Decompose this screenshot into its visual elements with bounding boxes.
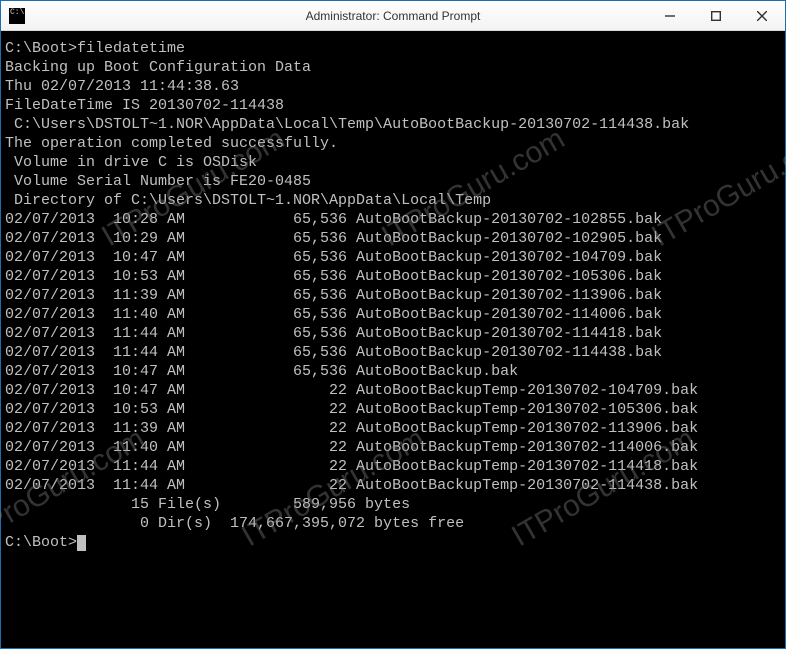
output-line: Directory of C:\Users\DSTOLT~1.NOR\AppDa…	[5, 191, 781, 210]
maximize-button[interactable]	[693, 1, 739, 30]
cursor	[77, 535, 86, 551]
file-row: 02/07/2013 11:40 AM 65,536 AutoBootBacku…	[5, 305, 781, 324]
file-row: 02/07/2013 10:47 AM 65,536 AutoBootBacku…	[5, 362, 781, 381]
output-line: Backing up Boot Configuration Data	[5, 58, 781, 77]
output-line: Thu 02/07/2013 11:44:38.63	[5, 77, 781, 96]
prompt-text: C:\Boot>	[5, 534, 77, 551]
file-row: 02/07/2013 11:44 AM 65,536 AutoBootBacku…	[5, 343, 781, 362]
file-row: 02/07/2013 11:39 AM 65,536 AutoBootBacku…	[5, 286, 781, 305]
summary-line: 0 Dir(s) 174,667,395,072 bytes free	[5, 514, 781, 533]
close-button[interactable]	[739, 1, 785, 30]
file-row: 02/07/2013 10:47 AM 65,536 AutoBootBacku…	[5, 248, 781, 267]
prompt-line: C:\Boot>	[5, 533, 781, 552]
window-controls	[647, 1, 785, 30]
prompt-line: C:\Boot>filedatetime	[5, 39, 781, 58]
file-row: 02/07/2013 11:40 AM 22 AutoBootBackupTem…	[5, 438, 781, 457]
file-row: 02/07/2013 10:29 AM 65,536 AutoBootBacku…	[5, 229, 781, 248]
terminal-output[interactable]: C:\Boot>filedatetimeBacking up Boot Conf…	[1, 31, 785, 648]
file-row: 02/07/2013 11:44 AM 22 AutoBootBackupTem…	[5, 457, 781, 476]
file-row: 02/07/2013 10:47 AM 22 AutoBootBackupTem…	[5, 381, 781, 400]
titlebar[interactable]: Administrator: Command Prompt	[1, 1, 785, 31]
minimize-button[interactable]	[647, 1, 693, 30]
summary-line: 15 File(s) 589,956 bytes	[5, 495, 781, 514]
file-row: 02/07/2013 11:39 AM 22 AutoBootBackupTem…	[5, 419, 781, 438]
output-line: The operation completed successfully.	[5, 134, 781, 153]
file-row: 02/07/2013 11:44 AM 65,536 AutoBootBacku…	[5, 324, 781, 343]
cmd-window: Administrator: Command Prompt C:\Boot>fi…	[0, 0, 786, 649]
file-row: 02/07/2013 10:53 AM 65,536 AutoBootBacku…	[5, 267, 781, 286]
output-line: FileDateTime IS 20130702-114438	[5, 96, 781, 115]
output-line: Volume Serial Number is FE20-0485	[5, 172, 781, 191]
file-row: 02/07/2013 10:28 AM 65,536 AutoBootBacku…	[5, 210, 781, 229]
output-line: C:\Users\DSTOLT~1.NOR\AppData\Local\Temp…	[5, 115, 781, 134]
file-row: 02/07/2013 10:53 AM 22 AutoBootBackupTem…	[5, 400, 781, 419]
file-row: 02/07/2013 11:44 AM 22 AutoBootBackupTem…	[5, 476, 781, 495]
output-line: Volume in drive C is OSDisk	[5, 153, 781, 172]
cmd-icon	[9, 8, 25, 24]
